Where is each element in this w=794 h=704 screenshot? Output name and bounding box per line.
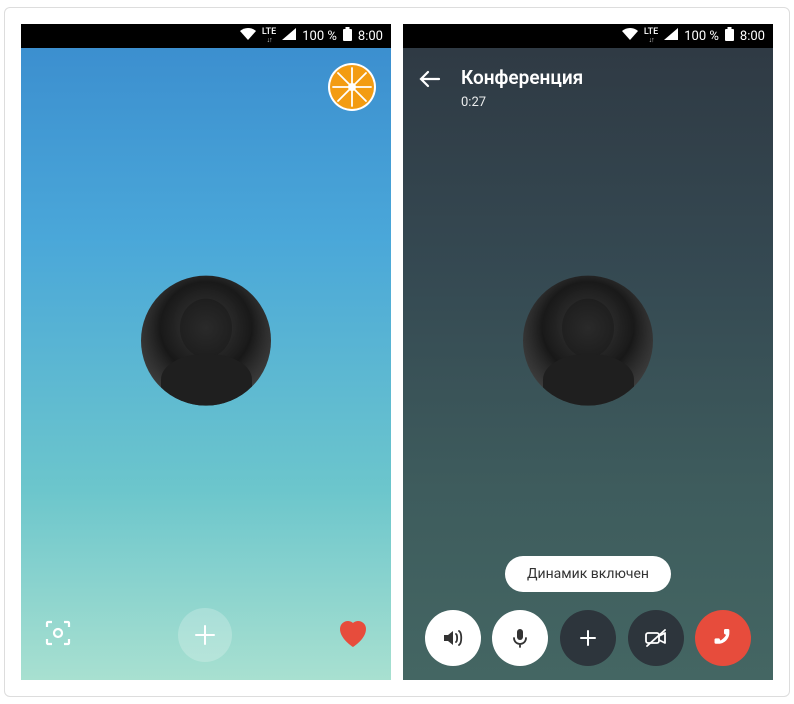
battery-percentage: 100 % (684, 29, 719, 44)
signal-icon (664, 28, 678, 44)
lte-indicator: LTE ↓↑ (262, 28, 276, 44)
avatar (523, 276, 653, 406)
heart-button[interactable] (337, 618, 369, 652)
call-timer: 0:27 (461, 95, 583, 110)
phone-left: LTE ↓↑ 100 % 8:00 (21, 24, 391, 680)
speaker-toast: Динамик включен (505, 556, 671, 592)
status-bar: LTE ↓↑ 100 % 8:00 (403, 24, 773, 48)
call-screen-self-view (21, 48, 391, 680)
avatar (141, 276, 271, 406)
data-arrows-icon: ↓↑ (267, 37, 272, 44)
clock-time: 8:00 (358, 29, 383, 44)
bottom-controls (21, 608, 391, 662)
microphone-button[interactable] (492, 610, 548, 666)
battery-icon (725, 27, 734, 45)
battery-percentage: 100 % (302, 29, 337, 44)
hangup-button[interactable] (695, 610, 751, 666)
add-button[interactable] (178, 608, 232, 662)
signal-icon (282, 28, 296, 44)
call-header: Конференция 0:27 (403, 56, 773, 120)
video-off-button[interactable] (628, 610, 684, 666)
battery-icon (343, 27, 352, 45)
wifi-icon (622, 28, 638, 44)
header-text: Конференция 0:27 (461, 66, 583, 110)
phone-right: LTE ↓↑ 100 % 8:00 Конференция 0:27 (403, 24, 773, 680)
clock-time: 8:00 (740, 29, 765, 44)
data-arrows-icon: ↓↑ (649, 37, 654, 44)
participant-thumbnail[interactable] (327, 62, 377, 112)
call-screen-conference: Конференция 0:27 Динамик включен (403, 48, 773, 680)
capture-button[interactable] (43, 618, 73, 652)
call-title: Конференция (461, 66, 583, 89)
add-participant-button[interactable] (560, 610, 616, 666)
screenshot-pair: LTE ↓↑ 100 % 8:00 (4, 7, 790, 697)
call-controls (403, 610, 773, 666)
wifi-icon (240, 28, 256, 44)
back-button[interactable] (419, 66, 441, 94)
speaker-button[interactable] (425, 610, 481, 666)
lte-indicator: LTE ↓↑ (644, 28, 658, 44)
status-bar: LTE ↓↑ 100 % 8:00 (21, 24, 391, 48)
